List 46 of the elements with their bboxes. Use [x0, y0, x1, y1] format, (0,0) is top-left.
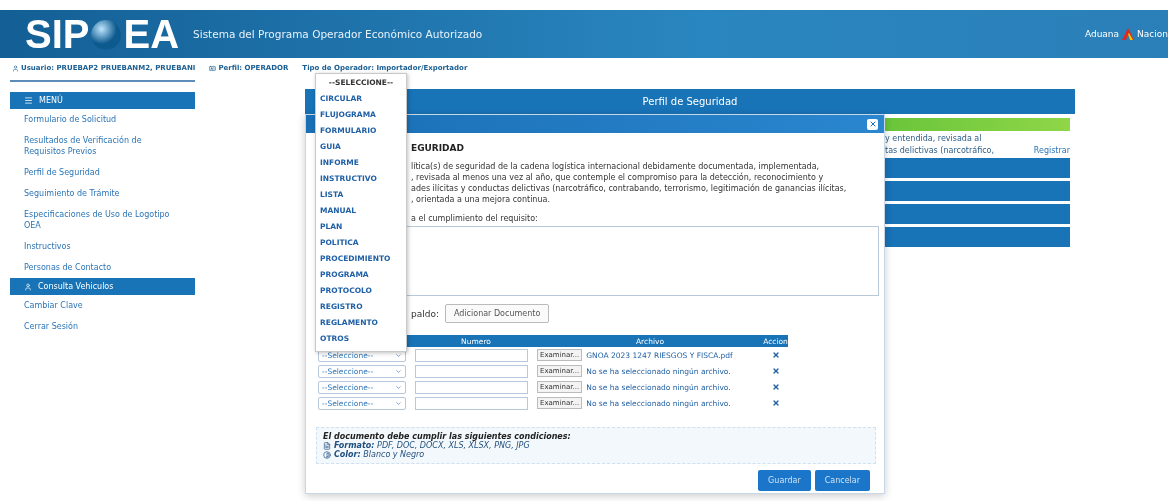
user-icon — [24, 282, 32, 291]
sidebar-item[interactable]: Resultados de Verificación de Requisitos Previos — [10, 130, 195, 162]
sidebar-item[interactable]: Especificaciones de Uso de Logotipo OEA — [10, 204, 195, 236]
delete-icon[interactable] — [771, 399, 780, 407]
number-input[interactable] — [415, 396, 528, 410]
sidebar-item[interactable]: Seguimiento de Trámite — [10, 183, 195, 204]
menu-icon — [24, 96, 33, 105]
requirement-text: y entendida, revisada al — [885, 134, 982, 143]
sidebar-item[interactable]: Consulta Vehiculos — [10, 278, 195, 295]
number-input[interactable] — [415, 364, 528, 378]
requirement-text: tas delictivas (narcotráfico, — [885, 146, 994, 155]
field-label: a el cumplimiento del requisito: — [411, 214, 539, 223]
delete-icon[interactable] — [771, 367, 780, 375]
logo-text: EA — [123, 14, 180, 54]
cancel-button[interactable]: Cancelar — [814, 470, 870, 491]
user-icon — [12, 64, 19, 72]
conditions-title: El documento debe cumplir las siguientes condiciones: — [323, 432, 572, 441]
section-heading: EGURIDAD — [411, 143, 466, 153]
sidebar-item[interactable]: Cerrar Sesión — [10, 316, 195, 337]
agency-name: Nacion — [1137, 29, 1168, 39]
sidebar-item[interactable]: Formulario de Solicitud — [10, 109, 195, 130]
save-button[interactable]: Guardar — [758, 470, 811, 491]
agency-name: Aduana — [1084, 29, 1120, 39]
add-document-button[interactable]: Adicionar Documento — [445, 304, 550, 323]
id-card-icon — [209, 64, 217, 72]
menu-header: MENÚ — [10, 92, 195, 109]
sidebar-item[interactable]: Personas de Contacto — [10, 257, 195, 278]
delete-icon[interactable] — [771, 351, 780, 359]
number-input[interactable] — [415, 348, 528, 362]
sidebar-item[interactable]: Perfil de Seguridad — [10, 162, 195, 183]
sidebar-item[interactable]: Cambiar Clave — [10, 295, 195, 316]
file-icon — [323, 441, 331, 450]
register-link[interactable]: Registrar — [1033, 146, 1070, 155]
condition-text: Color: Blanco y Negro — [334, 450, 425, 459]
logo-text: SIP — [25, 14, 90, 54]
condition-text: Formato: PDF, DOC, DOCX, XLS, XLSX, PNG, JPG — [334, 441, 530, 450]
triangle-logo-icon — [1122, 28, 1135, 40]
app-subtitle: Sistema del Programa Operador Económico Autorizado — [193, 28, 483, 40]
close-button[interactable] — [867, 118, 878, 130]
requirement-text: lítica(s) de seguridad de la cadena logística internacional debidamente documentada, implementada, , revisada al menos una vez al año, que contemple el compromiso para la detección, reconocimiento y ades ilícitas y conductas delictivas (narcotráfico, contrabando, terrorismo, legitimación de ganancias ilícitas, , orientada a una mejora continua. — [411, 161, 848, 205]
globe-icon — [89, 17, 124, 51]
sidebar-item[interactable]: Instructivos — [10, 236, 195, 257]
half-circle-icon — [323, 450, 331, 459]
field-label: paldo: — [411, 308, 439, 319]
delete-icon[interactable] — [771, 383, 780, 391]
number-input[interactable] — [415, 380, 528, 394]
